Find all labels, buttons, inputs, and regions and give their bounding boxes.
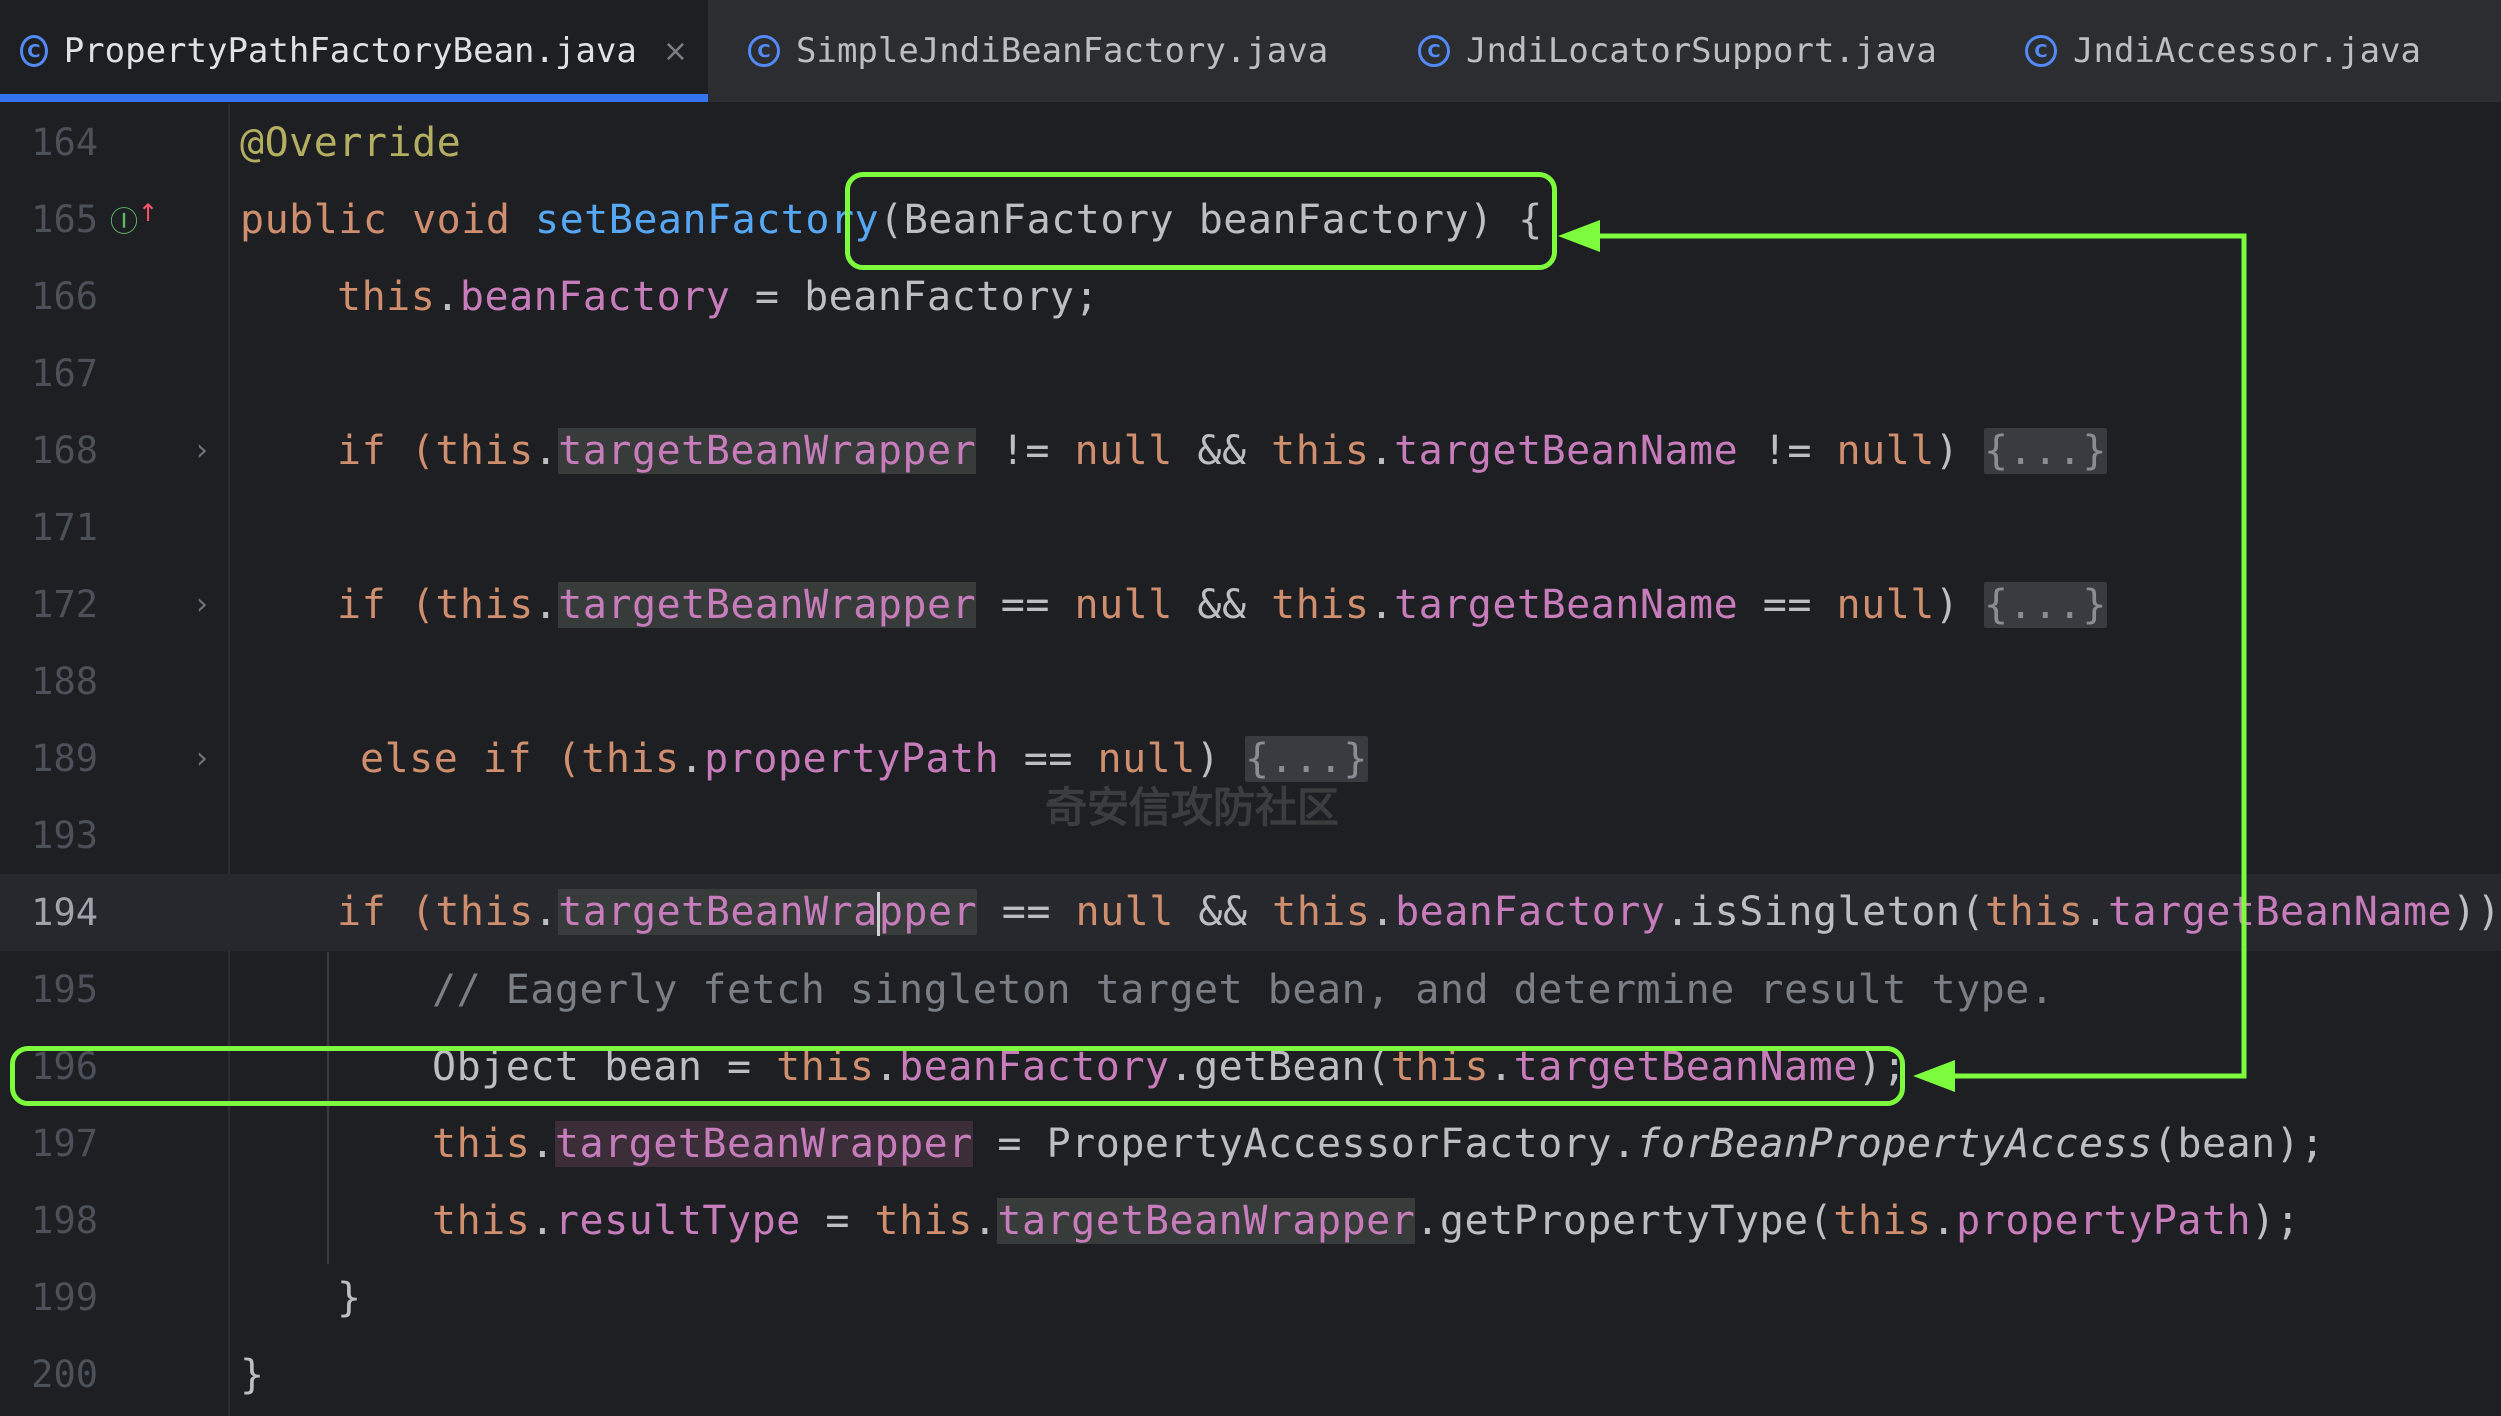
arrowhead-icon bbox=[1913, 1060, 1955, 1092]
arrowhead-icon bbox=[1558, 220, 1600, 252]
callout-arrow bbox=[1558, 220, 2247, 1092]
